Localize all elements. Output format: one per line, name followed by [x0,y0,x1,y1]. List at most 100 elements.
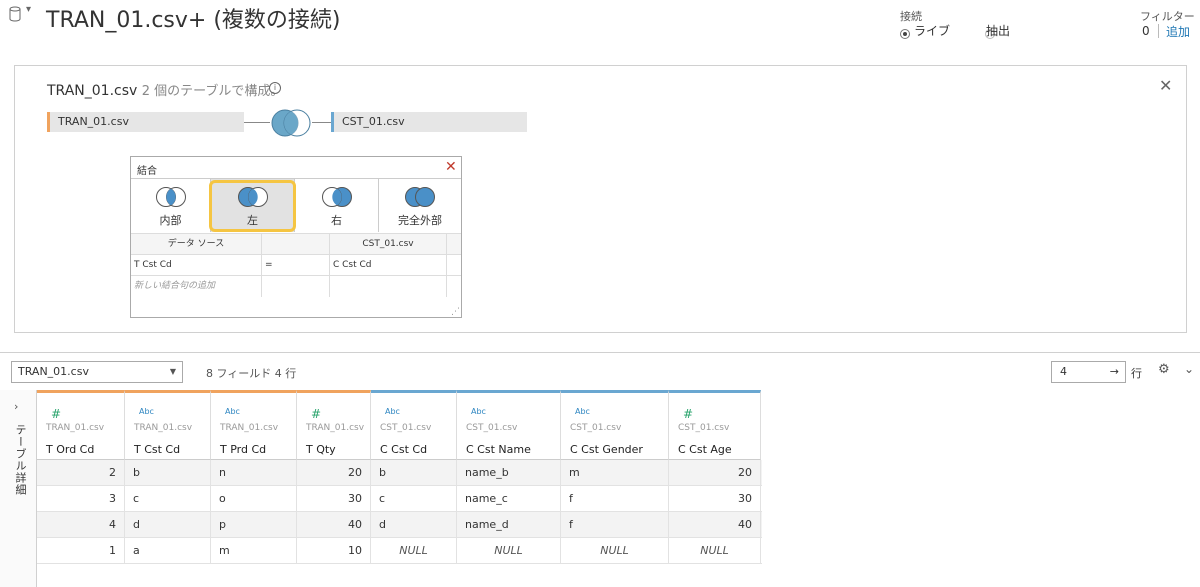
close-icon[interactable]: ✕ [1159,76,1172,95]
table-cell[interactable]: d [125,512,211,538]
table-cell[interactable]: NULL [561,538,669,564]
join-clause-right-field[interactable]: C Cst Cd [330,255,447,276]
column-source: TRAN_01.csv [46,423,105,433]
number-type-icon[interactable]: # [311,407,321,421]
add-join-clause-row[interactable]: 新しい結合句の追加 [131,275,461,297]
column-source: CST_01.csv [678,423,730,433]
column-header[interactable]: Abc TRAN_01.csv T Cst Cd [125,390,211,460]
table-cell[interactable]: f [561,486,669,512]
number-type-icon[interactable]: # [51,407,61,421]
join-clause-left-field[interactable]: T Cst Cd [131,255,262,276]
column-name[interactable]: C Cst Cd [380,443,427,456]
join-clause-row[interactable]: T Cst Cd = C Cst Cd [131,254,461,276]
column-source: TRAN_01.csv [306,423,365,433]
live-label[interactable]: ライブ [914,22,950,39]
column-header[interactable]: Abc TRAN_01.csv T Prd Cd [211,390,297,460]
column-name[interactable]: C Cst Gender [570,443,643,456]
column-source: TRAN_01.csv [220,423,279,433]
table-row: 3 c o 30 c name_c f 30 [37,486,762,512]
table-cell[interactable]: name_c [457,486,561,512]
join-canvas: TRAN_01.csv 2 個のテーブルで構成。 i ✕ TRAN_01.csv… [14,65,1187,333]
table-cell[interactable]: 1 [37,538,125,564]
number-type-icon[interactable]: # [683,407,693,421]
column-name[interactable]: C Cst Age [678,443,732,456]
live-radio[interactable] [900,29,910,39]
left-join-venn-icon[interactable] [270,108,312,138]
table-cell[interactable]: m [561,460,669,486]
join-dialog-close-icon[interactable]: ✕ [445,159,457,175]
table-cell[interactable]: f [561,512,669,538]
table-cell[interactable]: 20 [297,460,371,486]
string-type-icon[interactable]: Abc [575,407,590,416]
table-cell[interactable]: 10 [297,538,371,564]
table-cell[interactable]: 30 [297,486,371,512]
info-icon[interactable]: i [269,82,281,94]
table-cell[interactable]: NULL [371,538,457,564]
table-select[interactable]: TRAN_01.csv ▼ [11,361,183,383]
column-source: CST_01.csv [570,423,622,433]
join-clause-operator[interactable]: = [262,255,330,276]
string-type-icon[interactable]: Abc [471,407,486,416]
rows-input-value: 4 [1060,365,1067,378]
dropdown-caret-icon: ▼ [169,367,176,376]
column-header[interactable]: Abc CST_01.csv C Cst Name [457,390,561,460]
table-cell[interactable]: b [125,460,211,486]
table-cell[interactable]: NULL [669,538,761,564]
table-cell[interactable]: 40 [669,512,761,538]
column-header[interactable]: # CST_01.csv C Cst Age [669,390,761,460]
resize-handle-icon[interactable]: ⋰ [451,307,460,317]
join-header-operator [262,234,330,255]
join-type-right-label: 右 [331,214,342,227]
column-name[interactable]: C Cst Name [466,443,531,456]
table-cell[interactable]: a [125,538,211,564]
table-cell[interactable]: c [125,486,211,512]
table-cell[interactable]: n [211,460,297,486]
join-type-full-outer[interactable]: 完全外部 [379,179,461,232]
page-title[interactable]: TRAN_01.csv+ (複数の接続) [46,2,341,34]
table-cell[interactable]: p [211,512,297,538]
table-details-panel[interactable]: › テーブル詳細 [0,390,37,587]
column-header[interactable]: Abc CST_01.csv C Cst Gender [561,390,669,460]
string-type-icon[interactable]: Abc [225,407,240,416]
left-table-pill[interactable]: TRAN_01.csv [47,112,244,132]
database-icon [9,6,21,22]
table-cell[interactable]: m [211,538,297,564]
right-table-pill[interactable]: CST_01.csv [331,112,527,132]
dropdown-icon[interactable]: ▾ [26,4,31,15]
table-details-label[interactable]: テーブル詳細 [12,424,28,496]
column-name[interactable]: T Qty [306,443,336,456]
column-name[interactable]: T Prd Cd [220,443,266,456]
join-header-spacer [447,234,461,255]
add-join-clause[interactable]: 新しい結合句の追加 [131,276,262,297]
add-filter-link[interactable]: 追加 [1166,23,1190,40]
join-type-right[interactable]: 右 [295,179,379,232]
chevron-right-icon[interactable]: › [14,400,18,413]
chevron-down-icon[interactable]: ⌄ [1184,362,1194,376]
table-cell[interactable]: o [211,486,297,512]
table-cell[interactable]: 30 [669,486,761,512]
table-cell[interactable]: b [371,460,457,486]
table-cell[interactable]: c [371,486,457,512]
rows-input[interactable]: 4 → [1051,361,1126,383]
apply-arrow-icon[interactable]: → [1110,362,1119,382]
column-header[interactable]: # TRAN_01.csv T Ord Cd [37,390,125,460]
table-cell[interactable]: 40 [297,512,371,538]
join-connector-left [244,122,270,123]
column-header[interactable]: Abc CST_01.csv C Cst Cd [371,390,457,460]
table-cell[interactable]: 2 [37,460,125,486]
string-type-icon[interactable]: Abc [139,407,154,416]
table-cell[interactable]: NULL [457,538,561,564]
table-cell[interactable]: name_d [457,512,561,538]
table-cell[interactable]: d [371,512,457,538]
table-cell[interactable]: name_b [457,460,561,486]
column-name[interactable]: T Ord Cd [46,443,94,456]
column-header[interactable]: # TRAN_01.csv T Qty [297,390,371,460]
column-name[interactable]: T Cst Cd [134,443,180,456]
join-type-inner[interactable]: 内部 [131,179,211,232]
table-cell[interactable]: 20 [669,460,761,486]
gear-icon[interactable]: ⚙ [1158,362,1170,377]
extract-label[interactable]: 抽出 [986,22,1010,39]
table-cell[interactable]: 3 [37,486,125,512]
table-cell[interactable]: 4 [37,512,125,538]
string-type-icon[interactable]: Abc [385,407,400,416]
